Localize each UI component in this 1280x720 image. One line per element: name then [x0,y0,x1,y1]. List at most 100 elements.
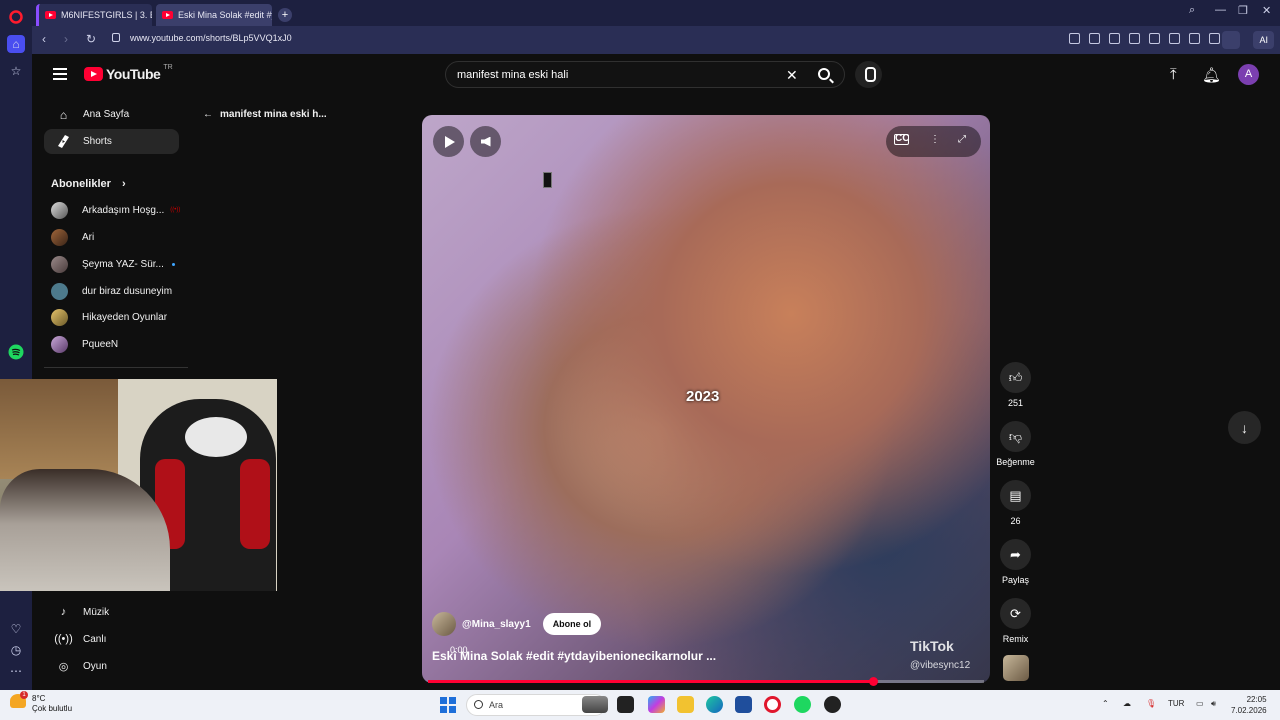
onedrive-icon[interactable]: ☁ [1123,699,1131,708]
dislike-action[interactable]: 👎︎ Beğenme [993,421,1038,467]
next-short-button[interactable]: ↓ [1228,411,1261,444]
file-explorer-icon[interactable] [677,696,694,713]
subscriptions-heading[interactable]: Abonelikler › [51,178,126,190]
progress-bar[interactable] [428,677,984,686]
sidebar-item-gaming[interactable]: ◎ Oyun [44,655,179,677]
youtube-play-icon [84,67,103,81]
menu-icon[interactable] [1189,33,1200,44]
account-avatar[interactable]: A [1238,64,1259,85]
task-view-icon[interactable] [617,696,634,713]
sidebar-item-shorts[interactable]: Shorts [44,129,179,154]
maximize-button[interactable]: ❐ [1238,4,1248,17]
url-field[interactable]: www.youtube.com/shorts/BLp5VVQ1xJ0 [130,33,292,43]
search-highlight-icon[interactable] [582,696,608,713]
live-icon: ((•)) [54,633,73,645]
profile-icon[interactable] [1209,33,1220,44]
subscription-item[interactable]: Şeyma YAZ- Sür... [51,255,175,273]
arrow-down-icon: ↓ [1241,419,1248,436]
play-button[interactable] [433,126,464,157]
address-bar: ‹ › ↻ www.youtube.com/shorts/BLp5VVQ1xJ0… [32,26,1280,54]
sidebar-item-live[interactable]: ((•)) Canlı [44,628,179,650]
divider [44,367,188,368]
volume-icon[interactable]: 🔊︎ [1211,699,1216,709]
captions-icon[interactable]: CC [894,134,909,145]
sidebar-item-music[interactable]: ♪ Müzik [44,601,179,623]
shield-icon[interactable] [1109,33,1120,44]
youtube-favicon-icon [45,11,56,19]
voice-search-icon[interactable] [855,61,882,88]
opera-logo-icon[interactable] [7,8,25,26]
progress-fill [428,680,873,683]
obs-icon[interactable] [824,696,841,713]
network-icon[interactable]: ▭ [1196,699,1204,708]
clock[interactable]: 22:05 7.02.2026 [1231,694,1267,716]
windows-start-icon[interactable] [440,697,456,713]
home-icon[interactable]: ⌂ [7,35,25,53]
history-icon[interactable]: ◷ [7,641,25,659]
comments-action[interactable]: ▤ 26 [993,480,1038,526]
close-window-button[interactable]: ✕ [1262,4,1271,17]
fullscreen-icon[interactable]: ⤢ [958,134,966,145]
reload-icon[interactable]: ↻ [86,32,96,46]
search-icon[interactable] [818,68,830,80]
spotify-icon[interactable] [7,343,25,361]
more-icon[interactable]: ⋯ [7,662,25,680]
back-icon[interactable]: ‹ [42,32,46,46]
more-options-icon[interactable]: ⋮ [930,134,940,145]
subscription-item[interactable]: PqueeN [51,335,118,353]
address-tools [1069,33,1220,44]
comment-icon: ▤ [1000,480,1031,511]
heart-icon[interactable] [1149,33,1160,44]
edit-icon[interactable] [1069,33,1080,44]
edge-icon[interactable] [706,696,723,713]
copilot-icon[interactable] [648,696,665,713]
progress-knob[interactable] [868,677,878,686]
store-icon[interactable] [735,696,752,713]
shorts-video-player[interactable]: CC ⋮ ⤢ 2023 TikTok @vibesync12 @Mina_sla… [422,115,990,683]
forward-icon[interactable]: › [64,32,68,46]
star-icon[interactable]: ☆ [7,62,25,80]
back-to-search[interactable]: ← manifest mina eski h... [203,109,327,120]
youtube-logo[interactable]: YouTube TR [84,64,173,82]
sidebar-item-home[interactable]: ⌂ Ana Sayfa [44,102,179,127]
search-tabs-icon[interactable]: ⌕ [1189,4,1195,17]
channel-avatar[interactable] [432,612,456,636]
heart-icon[interactable]: ♡ [7,620,25,638]
extensions-icon[interactable] [1222,31,1240,49]
search-box[interactable]: manifest mina eski hali ✕ [445,61,845,88]
subscribe-button[interactable]: Abone ol [542,613,602,635]
menu-icon[interactable] [53,68,67,80]
camera-icon[interactable] [1089,33,1100,44]
upload-icon[interactable]: ⤒ [1170,66,1177,83]
opera-icon[interactable] [764,696,781,713]
like-action[interactable]: 👍︎ 251 [993,362,1038,408]
subscription-item[interactable]: dur biraz dusuneyim [51,282,172,300]
share-action[interactable]: ➦ Paylaş [993,539,1038,585]
microphone-icon[interactable]: 🎙︎ [1146,699,1156,708]
clear-search-icon[interactable]: ✕ [786,67,798,84]
minimize-button[interactable]: — [1215,4,1226,16]
download-icon[interactable] [1169,33,1180,44]
subscription-item[interactable]: Ari [51,228,94,246]
notifications-icon[interactable]: 🔔︎ [1202,66,1221,84]
volume-button[interactable] [470,126,501,157]
webcam-overlay [0,379,277,591]
subscription-item[interactable]: Arkadaşım Hoşg... ((•)) [51,201,180,219]
search-input[interactable]: manifest mina eski hali [457,69,568,81]
home-icon: ⌂ [59,107,68,122]
channel-name[interactable]: @Mina_slayy1 [462,619,531,630]
new-tab-button[interactable]: + [278,8,292,22]
sound-thumbnail[interactable] [1003,655,1029,681]
weather-widget[interactable]: 1 8°C Çok bulutlu [10,691,72,714]
spotify-icon[interactable] [794,696,811,713]
chevron-up-icon[interactable]: ⌃ [1102,699,1109,708]
remix-action[interactable]: ⟳ Remix [993,598,1038,644]
subscription-item[interactable]: Hikayeden Oyunlar [51,308,167,326]
video-title[interactable]: Eski Mina Solak #edit #ytdayibenionecika… [432,649,716,663]
tab-eski-mina[interactable]: Eski Mina Solak #edit #yt [156,4,272,26]
ai-button[interactable]: AI [1253,31,1274,49]
new-content-dot [171,262,175,266]
play-icon[interactable] [1129,33,1140,44]
language-indicator[interactable]: TUR [1168,699,1184,708]
tab-manifestgirls[interactable]: M6NIFESTGIRLS | 3. Bölüm [36,4,152,26]
